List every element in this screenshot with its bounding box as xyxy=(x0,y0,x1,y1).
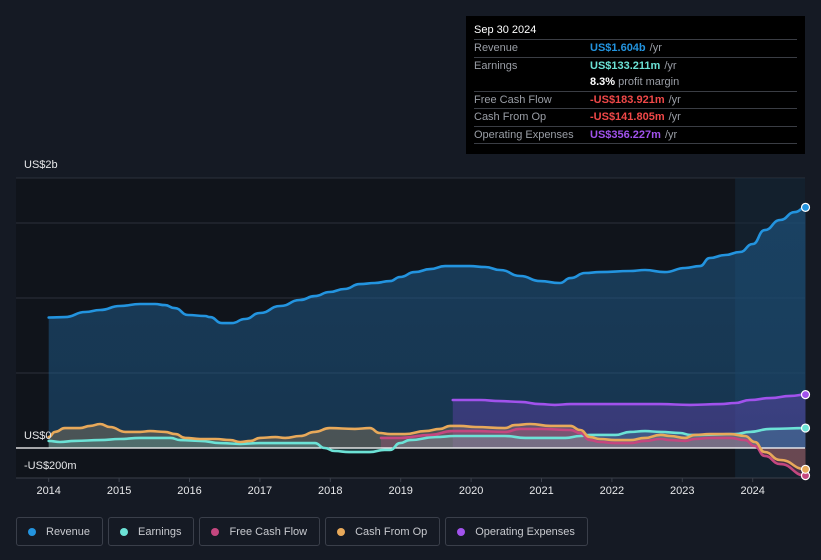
profit-margin-label: profit margin xyxy=(618,76,680,88)
legend-item-cash-from-op[interactable]: Cash From Op xyxy=(325,517,441,546)
x-tick-label: 2019 xyxy=(388,485,413,497)
earnings-dot-icon xyxy=(120,527,129,536)
x-tick-label: 2017 xyxy=(247,485,273,497)
x-tick-label: 2022 xyxy=(599,485,625,497)
fcf-dot-icon xyxy=(211,527,220,536)
legend-item-free-cash-flow[interactable]: Free Cash Flow xyxy=(199,517,321,546)
tooltip-label: Revenue xyxy=(474,42,519,54)
x-tick-label: 2014 xyxy=(36,485,61,497)
x-tick-label: 2021 xyxy=(529,485,554,497)
legend-item-earnings[interactable]: Earnings xyxy=(108,517,195,546)
profit-margin-value: 8.3% xyxy=(590,76,616,88)
tooltip-row-opex: Operating Expenses US$356.227m /yr xyxy=(474,127,797,144)
tooltip-value: US$356.227m xyxy=(590,128,661,141)
tooltip-label: Operating Expenses xyxy=(474,128,574,141)
legend-label: Cash From Op xyxy=(355,525,428,538)
endpoint-opex xyxy=(800,390,811,400)
tooltip-unit: /yr xyxy=(668,93,681,106)
opex-dot-icon xyxy=(457,527,466,536)
legend-item-operating-expenses[interactable]: Operating Expenses xyxy=(445,517,588,546)
x-tick-label: 2018 xyxy=(318,485,343,497)
legend-label: Free Cash Flow xyxy=(229,525,308,538)
legend-item-revenue[interactable]: Revenue xyxy=(16,517,104,546)
tooltip-label: Cash From Op xyxy=(474,111,547,123)
tooltip-row-cfo: Cash From Op -US$141.805m /yr xyxy=(474,109,797,127)
x-tick-label: 2016 xyxy=(177,485,202,497)
legend-label: Revenue xyxy=(46,525,91,538)
endpoint-cfo xyxy=(800,464,811,474)
tooltip-unit: /yr xyxy=(649,42,662,54)
x-tick-label: 2020 xyxy=(458,485,484,497)
tooltip-unit: /yr xyxy=(664,59,677,72)
tooltip-value: -US$141.805m xyxy=(590,111,665,123)
tooltip-label xyxy=(474,74,590,91)
x-axis xyxy=(16,477,805,482)
legend-label: Earnings xyxy=(138,525,182,538)
tooltip-label: Free Cash Flow xyxy=(474,93,552,106)
legend: Revenue Earnings Free Cash Flow Cash Fro… xyxy=(16,517,588,546)
tooltip-unit: /yr xyxy=(668,111,681,123)
tooltip-label: Earnings xyxy=(474,59,518,72)
tooltip-date: Sep 30 2024 xyxy=(474,22,797,40)
legend-label: Operating Expenses xyxy=(475,525,575,538)
tooltip-value: -US$183.921m xyxy=(590,93,665,106)
tooltip-unit: /yr xyxy=(664,128,678,141)
tooltip-value: US$1.604b xyxy=(590,42,646,54)
y-label-zero: US$0 xyxy=(24,430,52,442)
y-label-min: -US$200m xyxy=(24,460,77,472)
x-tick-label: 2024 xyxy=(740,485,765,497)
endpoint-earnings xyxy=(800,423,811,433)
tooltip-panel: Sep 30 2024 Revenue US$1.604b /yr Earnin… xyxy=(466,16,805,154)
tooltip-row-earnings: Earnings US$133.211m /yr xyxy=(474,58,797,75)
tooltip-row-fcf: Free Cash Flow -US$183.921m /yr xyxy=(474,92,797,109)
x-tick-label: 2023 xyxy=(670,485,695,497)
tooltip-value: US$133.211m xyxy=(590,59,661,72)
tooltip-row-profit-margin: 8.3% profit margin xyxy=(474,74,797,92)
x-tick-label: 2015 xyxy=(106,485,132,497)
revenue-dot-icon xyxy=(28,527,36,536)
y-label-top: US$2b xyxy=(24,159,58,171)
endpoint-revenue xyxy=(800,202,811,212)
tooltip-row-revenue: Revenue US$1.604b /yr xyxy=(474,40,797,58)
cfo-dot-icon xyxy=(337,527,346,536)
